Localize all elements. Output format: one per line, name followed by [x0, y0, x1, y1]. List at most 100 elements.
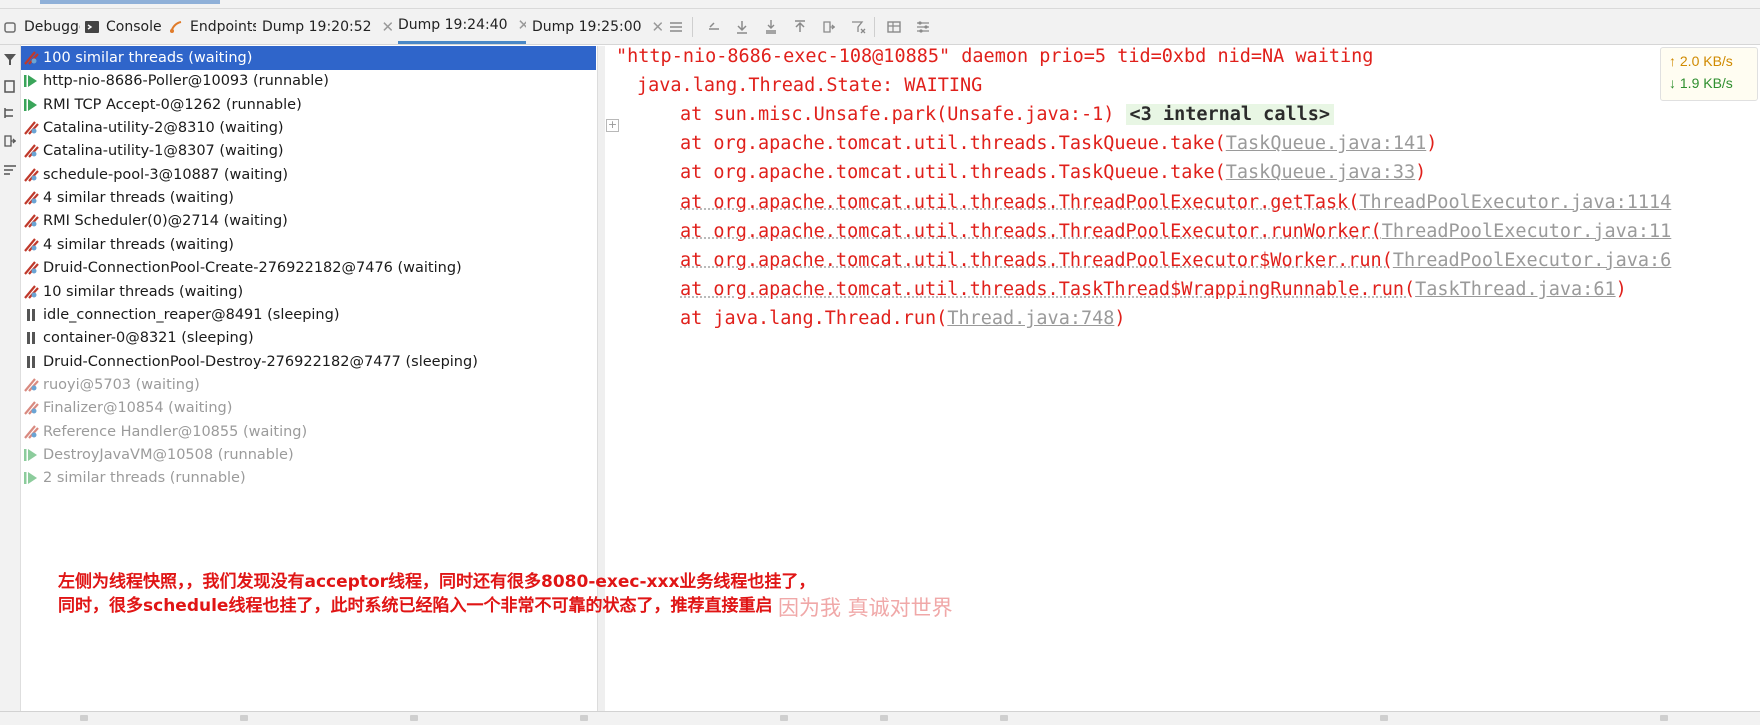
frame-suffix: ): [1426, 133, 1438, 155]
sort-icon[interactable]: [2, 162, 18, 178]
restore-icon[interactable]: [704, 17, 724, 37]
export-icon[interactable]: [2, 133, 18, 149]
thread-waiting-icon: [22, 212, 40, 230]
thread-label: http-nio-8686-Poller@10093 (runnable): [43, 73, 329, 90]
thread-item[interactable]: 100 similar threads (waiting): [21, 46, 596, 70]
copy-icon[interactable]: [2, 78, 18, 94]
export-icon[interactable]: [819, 17, 839, 37]
dump-header: "http-nio-8686-exec-108@10885" daemon pr…: [616, 46, 1374, 67]
thread-waiting-icon: [22, 236, 40, 254]
tab-label: Endpoints: [190, 18, 256, 35]
stack-frame: at java.lang.Thread.run(Thread.java:748): [680, 308, 1126, 329]
tab-dump-19-24-40[interactable]: Dump 19:24:40 ✕: [398, 9, 526, 44]
toolbar-separator: [874, 17, 875, 37]
window-top-strip: [0, 0, 1760, 9]
thread-item[interactable]: Reference Handler@10855 (waiting): [21, 420, 596, 444]
thread-sleeping-icon: [22, 353, 40, 371]
thread-label: 2 similar threads (runnable): [43, 470, 246, 487]
upload-speed: ↑ 2.0 KB/s: [1669, 53, 1733, 69]
source-link[interactable]: Thread.java:748: [947, 308, 1114, 329]
status-bar-icon[interactable]: [580, 715, 588, 721]
thread-item[interactable]: Druid-ConnectionPool-Create-276922182@74…: [21, 256, 596, 280]
thread-label: 4 similar threads (waiting): [43, 190, 234, 207]
stack-frame: at org.apache.tomcat.util.threads.Thread…: [680, 192, 1671, 213]
status-bar-icon[interactable]: [1000, 715, 1008, 721]
status-bar-icon[interactable]: [240, 715, 248, 721]
source-link[interactable]: TaskQueue.java:141: [1226, 133, 1426, 154]
tab-dump-19-25-00[interactable]: Dump 19:25:00 ✕: [532, 9, 662, 44]
thread-runnable-icon: [22, 446, 40, 464]
tab-dump-19-20-52[interactable]: Dump 19:20:52 ✕: [262, 9, 392, 44]
status-bar-icon[interactable]: [1660, 715, 1668, 721]
stack-frame: at sun.misc.Unsafe.park(Unsafe.java:-1) …: [680, 104, 1335, 125]
tree-icon[interactable]: [2, 105, 18, 121]
internal-calls-fold[interactable]: <3 internal calls>: [1125, 104, 1335, 125]
source-link[interactable]: TaskQueue.java:33: [1226, 162, 1415, 183]
upload-icon[interactable]: [790, 17, 810, 37]
status-bar-icon[interactable]: [780, 715, 788, 721]
thread-label: Druid-ConnectionPool-Create-276922182@74…: [43, 260, 462, 277]
status-bar-icon[interactable]: [80, 715, 88, 721]
tab-debugger[interactable]: Debugger: [2, 9, 80, 44]
thread-item[interactable]: Finalizer@10854 (waiting): [21, 396, 596, 420]
close-icon[interactable]: ✕: [382, 18, 392, 36]
frame-method: at org.apache.tomcat.util.threads.Thread…: [680, 220, 1382, 242]
toolbar-separator: [692, 17, 693, 37]
close-icon[interactable]: ✕: [518, 16, 526, 34]
thread-item[interactable]: ruoyi@5703 (waiting): [21, 373, 596, 397]
thread-sleeping-icon: [22, 329, 40, 347]
download-icon[interactable]: [732, 17, 752, 37]
thread-item[interactable]: Druid-ConnectionPool-Destroy-276922182@7…: [21, 350, 596, 374]
status-bar-icon[interactable]: [1380, 715, 1388, 721]
close-icon[interactable]: ✕: [652, 18, 662, 36]
table-icon[interactable]: [884, 17, 904, 37]
thread-item[interactable]: 4 similar threads (waiting): [21, 233, 596, 257]
frame-method: at org.apache.tomcat.util.threads.TaskQu…: [680, 162, 1226, 184]
thread-item[interactable]: container-0@8321 (sleeping): [21, 326, 596, 350]
tab-label: Debugger: [24, 18, 80, 35]
thread-label: Druid-ConnectionPool-Destroy-276922182@7…: [43, 353, 478, 370]
thread-item[interactable]: DestroyJavaVM@10508 (runnable): [21, 443, 596, 467]
thread-label: container-0@8321 (sleeping): [43, 330, 254, 347]
thread-item[interactable]: schedule-pool-3@10887 (waiting): [21, 163, 596, 187]
status-bar-icon[interactable]: [410, 715, 418, 721]
thread-item[interactable]: http-nio-8686-Poller@10093 (runnable): [21, 69, 596, 93]
thread-label: Catalina-utility-1@8307 (waiting): [43, 143, 284, 160]
thread-item[interactable]: Catalina-utility-2@8310 (waiting): [21, 116, 596, 140]
thread-item[interactable]: RMI TCP Accept-0@1262 (runnable): [21, 93, 596, 117]
source-link[interactable]: ThreadPoolExecutor.java:6: [1393, 250, 1671, 271]
tab-label: Console: [106, 18, 162, 35]
status-bar-icon[interactable]: [880, 715, 888, 721]
source-link[interactable]: TaskThread.java:61: [1415, 279, 1615, 300]
thread-item[interactable]: 10 similar threads (waiting): [21, 280, 596, 304]
thread-waiting-icon: [22, 283, 40, 301]
thread-label: RMI Scheduler(0)@2714 (waiting): [43, 213, 288, 230]
tab-console[interactable]: Console: [84, 9, 164, 44]
stack-frame: at org.apache.tomcat.util.threads.Thread…: [680, 250, 1671, 271]
thread-waiting-icon: [22, 119, 40, 137]
source-link[interactable]: ThreadPoolExecutor.java:11: [1382, 221, 1672, 242]
frame-method: at java.lang.Thread.run(: [680, 308, 948, 330]
filter-icon[interactable]: [2, 51, 18, 67]
fold-toggle-icon[interactable]: +: [606, 119, 619, 132]
filter-clear-icon[interactable]: [848, 17, 868, 37]
thread-label: 4 similar threads (waiting): [43, 236, 234, 253]
thread-item[interactable]: 2 similar threads (runnable): [21, 466, 596, 490]
settings-lines-icon[interactable]: [913, 17, 933, 37]
tab-label: Dump 19:25:00: [532, 18, 642, 35]
thread-sleeping-icon: [22, 306, 40, 324]
thread-item[interactable]: idle_connection_reaper@8491 (sleeping): [21, 303, 596, 327]
thread-waiting-icon: [22, 166, 40, 184]
thread-item[interactable]: RMI Scheduler(0)@2714 (waiting): [21, 209, 596, 233]
source-link[interactable]: ThreadPoolExecutor.java:1114: [1359, 192, 1671, 213]
console-icon: [84, 19, 100, 35]
stack-frame: at org.apache.tomcat.util.threads.TaskQu…: [680, 162, 1426, 183]
thread-item[interactable]: 4 similar threads (waiting): [21, 186, 596, 210]
thread-label: ruoyi@5703 (waiting): [43, 376, 200, 393]
lines-icon[interactable]: [666, 17, 686, 37]
thread-label: Reference Handler@10855 (waiting): [43, 423, 308, 440]
download-speed: ↓ 1.9 KB/s: [1669, 75, 1733, 91]
thread-item[interactable]: Catalina-utility-1@8307 (waiting): [21, 139, 596, 163]
download-all-icon[interactable]: [761, 17, 781, 37]
tab-endpoints[interactable]: Endpoints: [168, 9, 256, 44]
